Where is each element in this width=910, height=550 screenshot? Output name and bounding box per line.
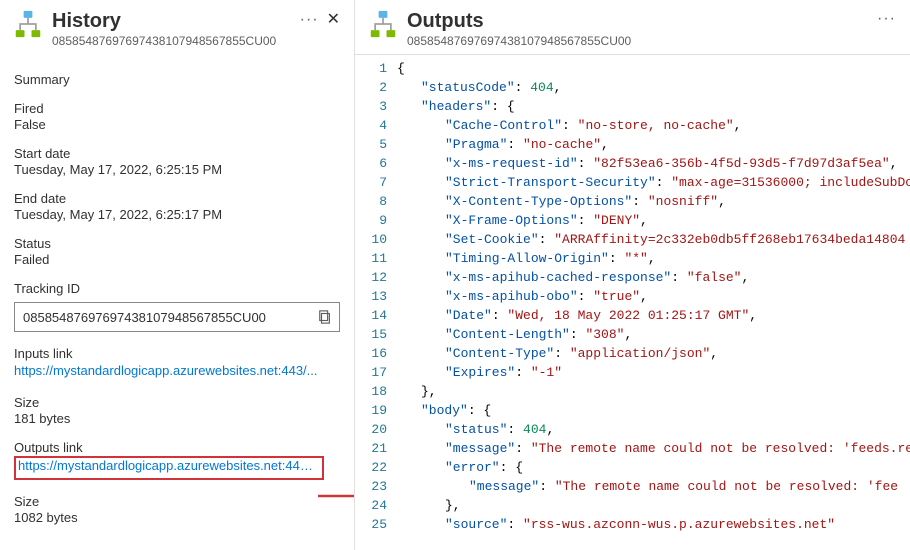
start-date-value: Tuesday, May 17, 2022, 6:25:15 PM (14, 162, 340, 177)
tracking-id-label: Tracking ID (14, 281, 340, 296)
code-content[interactable]: {"statusCode": 404,"headers": {"Cache-Co… (395, 55, 910, 550)
tracking-id-input[interactable] (15, 306, 309, 329)
fired-value: False (14, 117, 340, 132)
outputs-panel: Outputs 08585487697697438107948567855CU0… (355, 0, 910, 550)
outputs-size-label: Size (14, 494, 340, 509)
inputs-size-label: Size (14, 395, 340, 410)
summary-label: Summary (14, 72, 340, 87)
tracking-id-field (14, 302, 340, 332)
more-icon[interactable]: ··· (877, 12, 896, 26)
start-date-label: Start date (14, 146, 340, 161)
status-value: Failed (14, 252, 340, 267)
outputs-title: Outputs (407, 8, 867, 34)
logic-app-icon (14, 10, 42, 38)
inputs-link[interactable]: https://mystandardlogicapp.azurewebsites… (14, 363, 318, 378)
json-editor[interactable]: 1234567891011121314151617181920212223242… (355, 54, 910, 550)
outputs-link[interactable]: https://mystandardlogicapp.azurewebsites… (18, 458, 320, 473)
outputs-subtitle: 08585487697697438107948567855CU00 (407, 34, 867, 48)
inputs-size-value: 181 bytes (14, 411, 340, 426)
inputs-link-label: Inputs link (14, 346, 340, 361)
close-icon[interactable]: ✕ (327, 12, 340, 28)
more-icon[interactable]: ··· (300, 13, 319, 27)
history-title: History (52, 8, 290, 34)
history-header: History 08585487697697438107948567855CU0… (14, 8, 340, 56)
fired-label: Fired (14, 101, 340, 116)
end-date-value: Tuesday, May 17, 2022, 6:25:17 PM (14, 207, 340, 222)
callout-arrow-icon (318, 488, 355, 504)
outputs-header: Outputs 08585487697697438107948567855CU0… (355, 0, 910, 54)
copy-icon[interactable] (309, 303, 339, 331)
end-date-label: End date (14, 191, 340, 206)
outputs-size-value: 1082 bytes (14, 510, 340, 525)
history-panel: History 08585487697697438107948567855CU0… (0, 0, 355, 550)
logic-app-icon (369, 10, 397, 38)
outputs-link-highlight: https://mystandardlogicapp.azurewebsites… (14, 456, 324, 480)
line-gutter: 1234567891011121314151617181920212223242… (355, 55, 395, 550)
status-label: Status (14, 236, 340, 251)
outputs-link-label: Outputs link (14, 440, 340, 455)
history-subtitle: 08585487697697438107948567855CU00 (52, 34, 290, 48)
